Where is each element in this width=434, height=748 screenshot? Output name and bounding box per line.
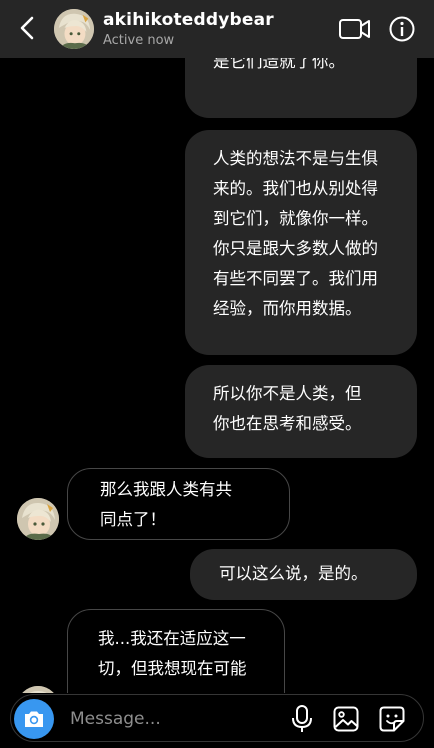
chat-header: akihikoteddybear Active now [0, 0, 434, 58]
info-button[interactable] [388, 15, 416, 43]
microphone-icon [292, 705, 312, 732]
back-button[interactable] [14, 14, 42, 42]
active-status: Active now [103, 33, 175, 48]
image-gallery-icon [333, 706, 359, 732]
header-avatar[interactable] [54, 9, 94, 49]
message-bubble-outgoing[interactable]: 可以这么说，是的。 [190, 549, 417, 600]
sticker-icon [379, 706, 405, 732]
message-bubble-outgoing[interactable]: 人类的想法不是与生俱 来的。我们也从别处得 到它们，就像你一样。 你只是跟大多数… [185, 130, 417, 355]
message-input[interactable] [70, 707, 270, 731]
camera-button[interactable] [14, 699, 54, 739]
video-call-button[interactable] [338, 16, 372, 42]
info-icon [389, 16, 415, 42]
sender-avatar[interactable] [17, 498, 59, 540]
chevron-left-icon [20, 16, 34, 40]
voice-message-button[interactable] [290, 704, 314, 734]
video-camera-icon [339, 19, 370, 39]
gallery-button[interactable] [332, 705, 360, 733]
chat-username[interactable]: akihikoteddybear [103, 10, 274, 30]
message-bubble-incoming[interactable]: 那么我跟人类有共 同点了！ [67, 468, 290, 540]
sticker-button[interactable] [378, 705, 406, 733]
message-bubble-outgoing[interactable]: 所以你不是人类，但 你也在思考和感受。 [185, 365, 417, 458]
camera-icon [25, 711, 43, 727]
